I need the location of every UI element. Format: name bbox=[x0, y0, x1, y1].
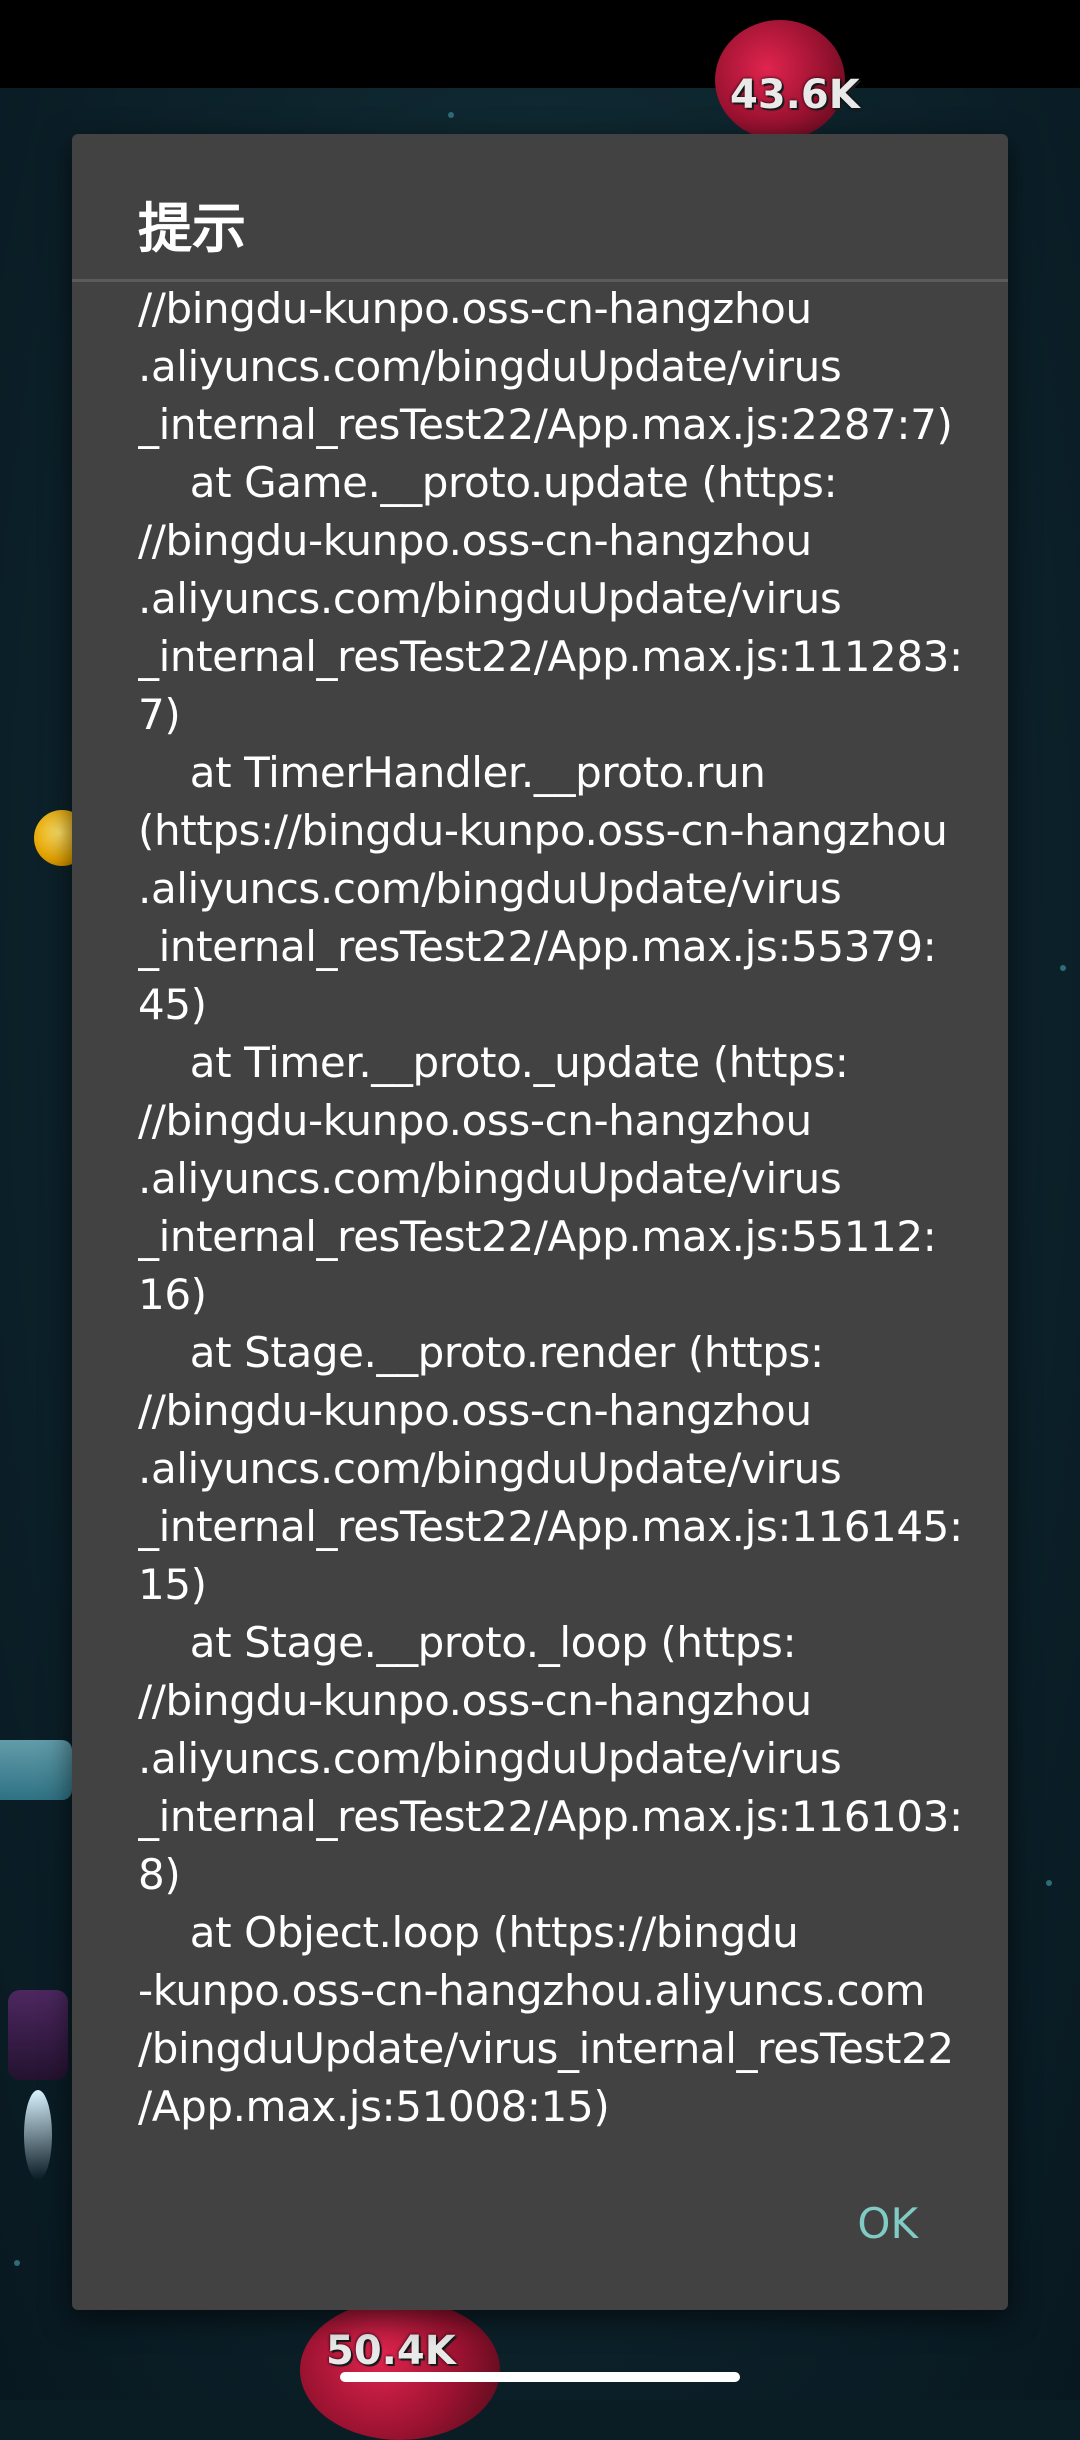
error-message-line: at Stage.__proto.render (https: bbox=[138, 1328, 824, 1377]
error-message-line: at TimerHandler.__proto.run bbox=[138, 748, 766, 797]
error-message-line: at Timer.__proto._update (https: bbox=[138, 1038, 849, 1087]
error-message-line: _internal_resTest22/App.max.js:116145: bbox=[138, 1502, 963, 1551]
player-ship-icon bbox=[8, 1990, 68, 2080]
ok-button[interactable]: OK bbox=[857, 2199, 918, 2248]
error-message-line: _internal_resTest22/App.max.js:2287:7) bbox=[138, 400, 953, 449]
virus-top-label: 43.6K bbox=[730, 72, 860, 118]
error-message-line: .aliyuncs.com/bingduUpdate/virus bbox=[138, 1734, 842, 1783]
cloud-decoration bbox=[0, 1740, 72, 1800]
error-message-line: //bingdu-kunpo.oss-cn-hangzhou bbox=[138, 516, 812, 565]
error-message-line: _internal_resTest22/App.max.js:55112: bbox=[138, 1212, 937, 1261]
error-message-line: .aliyuncs.com/bingduUpdate/virus bbox=[138, 864, 842, 913]
error-message-line: .aliyuncs.com/bingduUpdate/virus bbox=[138, 1154, 842, 1203]
error-message-line: .aliyuncs.com/bingduUpdate/virus bbox=[138, 342, 842, 391]
error-message-line: 16) bbox=[138, 1270, 207, 1319]
error-message-line: 45) bbox=[138, 980, 207, 1029]
error-message-line: (https://bingdu-kunpo.oss-cn-hangzhou bbox=[138, 806, 948, 855]
home-indicator[interactable] bbox=[340, 2372, 740, 2382]
star-dot bbox=[1046, 1880, 1052, 1886]
error-message-line: at Object.loop (https://bingdu bbox=[138, 1908, 799, 1957]
star-dot bbox=[14, 2260, 20, 2266]
error-message-line: 8) bbox=[138, 1850, 181, 1899]
thruster-flame-icon bbox=[24, 2090, 52, 2180]
error-message-line: 15) bbox=[138, 1560, 207, 1609]
error-message-line: /bingduUpdate/virus_internal_resTest22 bbox=[138, 2024, 954, 2073]
star-dot bbox=[1060, 965, 1066, 971]
error-message-line: .aliyuncs.com/bingduUpdate/virus bbox=[138, 574, 842, 623]
error-message-line: .aliyuncs.com/bingduUpdate/virus bbox=[138, 1444, 842, 1493]
dialog-title: 提示 bbox=[138, 197, 246, 260]
status-bar bbox=[0, 0, 1080, 88]
error-message-line: at Game.__proto.update (https: bbox=[138, 458, 838, 507]
error-message-line: _internal_resTest22/App.max.js:111283: bbox=[138, 632, 963, 681]
error-message-line: at Stage.__proto._loop (https: bbox=[138, 1618, 797, 1667]
error-message-line: //bingdu-kunpo.oss-cn-hangzhou bbox=[138, 1676, 812, 1725]
virus-bottom-label: 50.4K bbox=[326, 2328, 456, 2374]
error-message-line: //bingdu-kunpo.oss-cn-hangzhou bbox=[138, 1096, 812, 1145]
error-message-line: //bingdu-kunpo.oss-cn-hangzhou bbox=[138, 284, 812, 333]
alert-dialog: 提示 //bingdu-kunpo.oss-cn-hangzhou .aliyun… bbox=[72, 134, 1008, 2310]
error-message-line: 7) bbox=[138, 690, 181, 739]
error-message-line: _internal_resTest22/App.max.js:55379: bbox=[138, 922, 937, 971]
error-message-line: /App.max.js:51008:15) bbox=[138, 2082, 610, 2131]
error-message[interactable]: //bingdu-kunpo.oss-cn-hangzhou .aliyuncs.… bbox=[138, 280, 1018, 2270]
star-dot bbox=[448, 112, 454, 118]
error-message-line: -kunpo.oss-cn-hangzhou.aliyuncs.com bbox=[138, 1966, 926, 2015]
error-message-line: _internal_resTest22/App.max.js:116103: bbox=[138, 1792, 963, 1841]
error-message-line: //bingdu-kunpo.oss-cn-hangzhou bbox=[138, 1386, 812, 1435]
